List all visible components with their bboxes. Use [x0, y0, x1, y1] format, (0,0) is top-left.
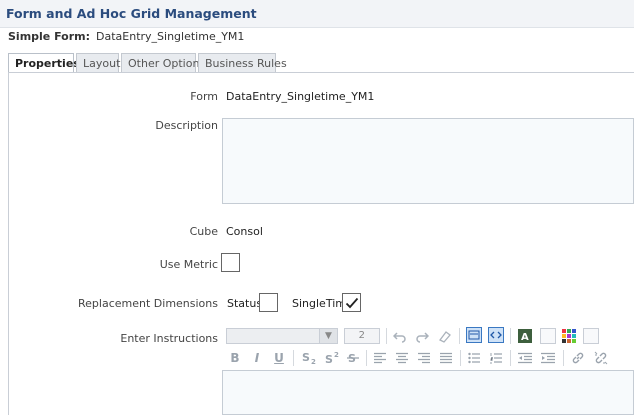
- font-size-value: 2: [358, 330, 365, 341]
- underline-button[interactable]: U: [272, 349, 286, 367]
- instructions-label: Enter Instructions: [120, 332, 218, 345]
- italic-label: I: [254, 351, 260, 365]
- toolbar-divider: [386, 328, 387, 344]
- window-title: Form and Ad Hoc Grid Management: [6, 6, 257, 21]
- tab-layout-label: Layout: [83, 57, 121, 70]
- bold-label: B: [230, 351, 240, 365]
- description-textarea[interactable]: [222, 118, 634, 204]
- form-header: Simple Form: DataEntry_Singletime_YM1: [8, 30, 244, 46]
- cube-label: Cube: [189, 225, 218, 238]
- toolbar-divider: [563, 350, 564, 366]
- toolbar-divider: [459, 328, 460, 344]
- tab-properties[interactable]: Properties: [8, 53, 80, 74]
- toolbar-divider: [366, 350, 367, 366]
- text-color-swatch[interactable]: [540, 328, 556, 344]
- bold-button[interactable]: B: [228, 349, 242, 367]
- eraser-icon[interactable]: [436, 327, 452, 345]
- underline-label: U: [274, 351, 284, 365]
- source-mode-icon[interactable]: [488, 327, 504, 343]
- svg-text:2: 2: [311, 358, 316, 365]
- numbered-list-icon[interactable]: [489, 349, 503, 367]
- unlink-icon[interactable]: [593, 349, 609, 367]
- title-bar: Form and Ad Hoc Grid Management: [0, 0, 634, 28]
- form-header-label: Simple Form:: [8, 30, 91, 43]
- font-size-stepper[interactable]: 2: [344, 328, 380, 344]
- align-center-icon[interactable]: [395, 349, 409, 367]
- italic-button[interactable]: I: [250, 349, 264, 367]
- svg-text:2: 2: [334, 351, 339, 359]
- align-left-icon[interactable]: [373, 349, 387, 367]
- tab-other-options[interactable]: Other Options: [121, 53, 205, 73]
- use-metric-checkbox[interactable]: [221, 253, 240, 272]
- strikethrough-icon[interactable]: S: [346, 349, 360, 367]
- status-checkbox[interactable]: [259, 293, 278, 312]
- svg-text:S: S: [325, 353, 333, 365]
- subscript-icon[interactable]: S2: [300, 349, 318, 367]
- tab-business-rules[interactable]: Business Rules: [198, 53, 287, 73]
- description-label: Description: [155, 119, 218, 132]
- align-justify-icon[interactable]: [439, 349, 453, 367]
- link-icon[interactable]: [570, 349, 586, 367]
- form-header-name: DataEntry_Singletime_YM1: [96, 30, 245, 43]
- align-right-icon[interactable]: [417, 349, 431, 367]
- toolbar-divider: [510, 350, 511, 366]
- instructions-editor[interactable]: [222, 370, 634, 415]
- background-color-icon[interactable]: [561, 327, 577, 345]
- tab-business-rules-label: Business Rules: [205, 57, 287, 70]
- background-color-swatch[interactable]: [583, 328, 599, 344]
- replacement-dimensions-label: Replacement Dimensions: [78, 297, 218, 310]
- text-color-icon[interactable]: A: [516, 327, 534, 345]
- svg-text:S: S: [302, 351, 310, 364]
- form-value: DataEntry_Singletime_YM1: [226, 90, 375, 103]
- indent-icon[interactable]: [540, 349, 556, 367]
- toolbar-divider: [510, 328, 511, 344]
- toolbar-divider: [460, 350, 461, 366]
- svg-text:A: A: [521, 332, 529, 343]
- undo-icon[interactable]: [392, 327, 408, 345]
- singletime-checkbox[interactable]: [342, 293, 361, 312]
- status-label: Status: [227, 297, 263, 310]
- tab-other-options-label: Other Options: [128, 57, 206, 70]
- font-family-select[interactable]: ▼: [226, 328, 338, 344]
- tab-properties-label: Properties: [15, 57, 80, 70]
- check-icon: [345, 297, 359, 309]
- tab-layout[interactable]: Layout: [76, 53, 121, 73]
- bulleted-list-icon[interactable]: [467, 349, 481, 367]
- rich-text-mode-icon[interactable]: [466, 327, 482, 343]
- redo-icon[interactable]: [414, 327, 430, 345]
- cube-value: Consol: [226, 225, 263, 238]
- toolbar-divider: [293, 350, 294, 366]
- outdent-icon[interactable]: [517, 349, 533, 367]
- use-metric-label: Use Metric: [159, 258, 218, 271]
- superscript-icon[interactable]: S2: [323, 349, 341, 367]
- chevron-down-icon: ▼: [319, 329, 337, 343]
- form-label: Form: [190, 90, 218, 103]
